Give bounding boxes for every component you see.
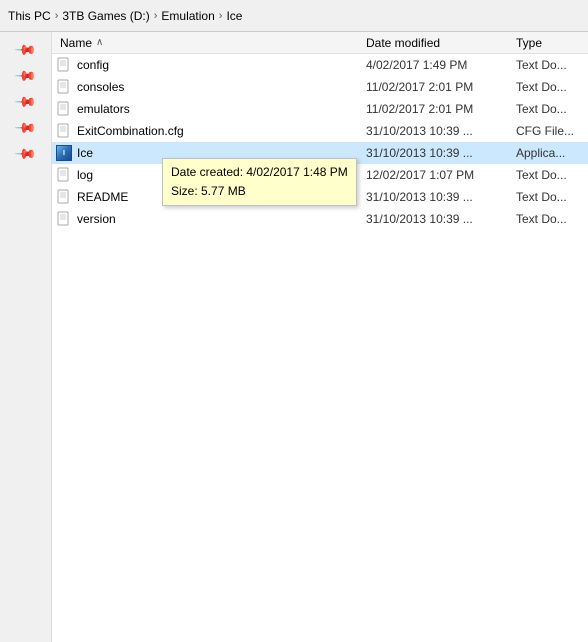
file-name: log (77, 168, 93, 182)
doc-icon (56, 79, 72, 95)
sidebar-pin-4[interactable]: 📌 (11, 114, 39, 142)
file-type: CFG File... (516, 124, 584, 138)
breadcrumb-this-pc[interactable]: This PC (8, 9, 51, 23)
doc-icon (56, 211, 72, 227)
file-list: config 4/02/2017 1:49 PM Text Do... cons… (52, 54, 588, 642)
col-header-date[interactable]: Date modified (366, 36, 516, 50)
table-row[interactable]: config 4/02/2017 1:49 PM Text Do... (52, 54, 588, 76)
file-type: Text Do... (516, 212, 584, 226)
file-date: 31/10/2013 10:39 ... (366, 212, 516, 226)
file-type: Text Do... (516, 58, 584, 72)
file-type: Text Do... (516, 190, 584, 204)
file-name: emulators (77, 102, 130, 116)
col-header-type[interactable]: Type (516, 36, 584, 50)
breadcrumb-sep-3: › (219, 10, 223, 22)
table-row[interactable]: log 12/02/2017 1:07 PM Text Do... (52, 164, 588, 186)
file-date: 12/02/2017 1:07 PM (366, 168, 516, 182)
doc-icon (56, 101, 72, 117)
breadcrumb-emulation[interactable]: Emulation (161, 9, 214, 23)
file-date: 4/02/2017 1:49 PM (366, 58, 516, 72)
file-name: config (77, 58, 109, 72)
sidebar: 📌 📌 📌 📌 📌 (0, 32, 52, 642)
table-row[interactable]: emulators 11/02/2017 2:01 PM Text Do... (52, 98, 588, 120)
file-type: Applica... (516, 146, 584, 160)
file-name-cell: config (56, 57, 366, 73)
file-name-cell: emulators (56, 101, 366, 117)
column-headers: Name ∧ Date modified Type (52, 32, 588, 54)
file-name: consoles (77, 80, 124, 94)
breadcrumb-drive[interactable]: 3TB Games (D:) (62, 9, 149, 23)
file-date: 11/02/2017 2:01 PM (366, 102, 516, 116)
sidebar-pin-2[interactable]: 📌 (11, 62, 39, 90)
app-icon: I (56, 145, 72, 161)
file-name: Ice (77, 146, 93, 160)
file-name: version (77, 212, 116, 226)
breadcrumb-sep-2: › (154, 10, 158, 22)
table-row[interactable]: version 31/10/2013 10:39 ... Text Do... (52, 208, 588, 230)
breadcrumb-ice[interactable]: Ice (226, 9, 242, 23)
main-container: 📌 📌 📌 📌 📌 Name ∧ Date modified Type (0, 32, 588, 642)
sidebar-pin-3[interactable]: 📌 (11, 88, 39, 116)
file-area: Name ∧ Date modified Type config 4/02/20… (52, 32, 588, 642)
breadcrumb: This PC › 3TB Games (D:) › Emulation › I… (8, 9, 242, 23)
table-row[interactable]: README 31/10/2013 10:39 ... Text Do... (52, 186, 588, 208)
table-row[interactable]: consoles 11/02/2017 2:01 PM Text Do... (52, 76, 588, 98)
file-type: Text Do... (516, 168, 584, 182)
file-date: 31/10/2013 10:39 ... (366, 124, 516, 138)
file-name: ExitCombination.cfg (77, 124, 184, 138)
file-date: 31/10/2013 10:39 ... (366, 190, 516, 204)
doc-icon (56, 123, 72, 139)
file-type: Text Do... (516, 80, 584, 94)
file-name-cell: I Ice (56, 145, 366, 161)
col-header-name[interactable]: Name ∧ (56, 36, 366, 50)
file-name: README (77, 190, 128, 204)
file-name-cell: README (56, 189, 366, 205)
table-row[interactable]: ExitCombination.cfg 31/10/2013 10:39 ...… (52, 120, 588, 142)
file-name-cell: version (56, 211, 366, 227)
file-name-cell: ExitCombination.cfg (56, 123, 366, 139)
sort-arrow-icon: ∧ (96, 37, 103, 48)
doc-icon (56, 189, 72, 205)
file-date: 11/02/2017 2:01 PM (366, 80, 516, 94)
titlebar: This PC › 3TB Games (D:) › Emulation › I… (0, 0, 588, 32)
file-name-cell: consoles (56, 79, 366, 95)
table-row[interactable]: I Ice 31/10/2013 10:39 ... Applica... Da… (52, 142, 588, 164)
file-type: Text Do... (516, 102, 584, 116)
col-name-label: Name (60, 36, 92, 50)
doc-icon (56, 167, 72, 183)
doc-icon (56, 57, 72, 73)
file-date: 31/10/2013 10:39 ... (366, 146, 516, 160)
sidebar-pin-1[interactable]: 📌 (11, 36, 39, 64)
file-name-cell: log (56, 167, 366, 183)
breadcrumb-sep-1: › (55, 10, 59, 22)
sidebar-pin-5[interactable]: 📌 (11, 140, 39, 168)
